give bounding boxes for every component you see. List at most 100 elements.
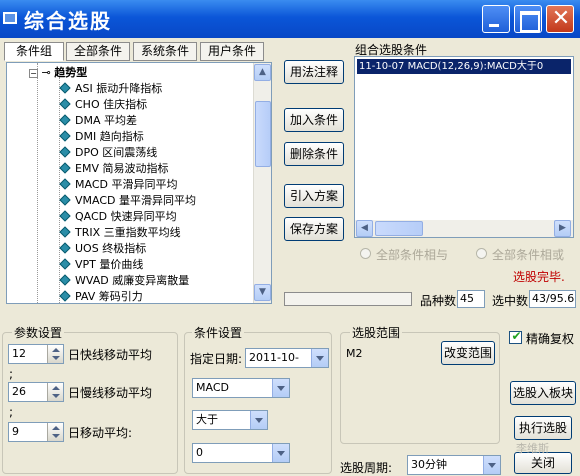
spinner-arrows-icon[interactable] <box>47 345 63 363</box>
tab-user-conditions[interactable]: 用户条件 <box>200 42 264 61</box>
tree-item-label: TRIX 三重指数平均线 <box>75 226 181 239</box>
tree-item[interactable]: UOS 终极指标 <box>59 241 147 257</box>
tree-item[interactable]: VPT 量价曲线 <box>59 257 143 273</box>
spinner-arrows-icon[interactable] <box>47 423 63 441</box>
tree-item[interactable]: PAV 筹码引力 <box>59 289 143 303</box>
range-value: M2 <box>346 347 363 360</box>
watermark: 李维斯 <box>516 442 549 455</box>
combined-condition-item[interactable]: 11-10-07 MACD(12,26,9):MACD大于0 <box>357 59 571 74</box>
tree-item-label: CHO 佳庆指标 <box>75 98 148 111</box>
tree-scroll-thumb[interactable] <box>255 101 271 167</box>
tree-item[interactable]: TRIX 三重指数平均线 <box>59 225 181 241</box>
tree-item-label: WVAD 威廉变异离散量 <box>75 274 190 287</box>
selected-count-field: 43/95.6 <box>529 290 576 308</box>
tree-item-label: VMACD 量平滑异同平均 <box>75 194 196 207</box>
signal-ma-label: 日移动平均: <box>68 426 133 440</box>
signal-ma-value: 9 <box>12 425 19 438</box>
indicator-select[interactable]: MACD <box>192 378 290 398</box>
spinner-arrows-icon[interactable] <box>47 383 63 401</box>
title-bar[interactable]: 综合选股 ✕ <box>0 0 580 38</box>
minimize-button[interactable] <box>482 5 510 33</box>
tree-item-label: DPO 区间震荡线 <box>75 146 158 159</box>
indicator-icon <box>59 162 71 174</box>
slow-ma-spinner[interactable]: 26 <box>8 382 64 402</box>
indicator-icon <box>59 226 71 238</box>
close-window-button[interactable]: ✕ <box>546 5 574 33</box>
combined-hscrollbar[interactable]: ◀ ▶ <box>355 220 573 237</box>
tab-condition-group[interactable]: 条件组 <box>4 42 64 61</box>
precise-restore-checkbox[interactable]: ✔ <box>509 329 522 344</box>
range-group-label: 选股范围 <box>350 324 403 341</box>
value-select[interactable]: 0 <box>192 443 290 463</box>
tree-item[interactable]: DMA 平均差 <box>59 113 137 129</box>
tree-item-label: DMA 平均差 <box>75 114 137 127</box>
scroll-left-icon[interactable]: ◀ <box>356 220 373 237</box>
chevron-down-icon[interactable] <box>483 456 500 474</box>
or-radio-label: 全部条件相或 <box>492 248 565 262</box>
tree-scrollbar[interactable]: ▲ ▼ <box>253 63 271 303</box>
and-radio[interactable] <box>360 248 371 259</box>
indicator-icon <box>59 178 71 190</box>
stock-count-field: 45 <box>457 290 485 308</box>
indicator-icon <box>59 274 71 286</box>
fast-ma-value: 12 <box>12 347 26 360</box>
usage-notes-button[interactable]: 用法注释 <box>284 60 344 84</box>
tree-item-label: MACD 平滑异同平均 <box>75 178 178 191</box>
chevron-down-icon[interactable] <box>272 444 289 462</box>
add-condition-button[interactable]: 加入条件 <box>284 108 344 132</box>
tree-item[interactable]: QACD 快速异同平均 <box>59 209 177 225</box>
maximize-button[interactable] <box>514 5 542 33</box>
tree-item[interactable]: VMACD 量平滑异同平均 <box>59 193 196 209</box>
tree-item[interactable]: EMV 简易波动指标 <box>59 161 169 177</box>
signal-ma-spinner[interactable]: 9 <box>8 422 64 442</box>
combined-hscroll-thumb[interactable] <box>375 221 423 236</box>
collapse-icon[interactable]: − <box>29 69 38 78</box>
tree-item[interactable]: DMI 趋向指标 <box>59 129 144 145</box>
scroll-up-icon[interactable]: ▲ <box>254 64 271 81</box>
run-selection-button[interactable]: 执行选股 <box>514 416 572 440</box>
tree-item-label: UOS 终极指标 <box>75 242 147 255</box>
operator-value: 大于 <box>196 413 218 426</box>
condition-tree[interactable]: − ⊸ 趋势型 ASI 振动升降指标 CHO 佳庆指标 DMA 平均差 DMI 趋向指… <box>6 62 272 304</box>
fast-ma-spinner[interactable]: 12 <box>8 344 64 364</box>
tree-item-label: DMI 趋向指标 <box>75 130 144 143</box>
indicator-icon <box>59 194 71 206</box>
tab-all-conditions[interactable]: 全部条件 <box>66 42 130 61</box>
delete-condition-button[interactable]: 删除条件 <box>284 142 344 166</box>
change-range-button[interactable]: 改变范围 <box>441 341 495 365</box>
indicator-icon <box>59 114 71 126</box>
scroll-down-icon[interactable]: ▼ <box>254 284 271 301</box>
indicator-icon <box>59 290 71 302</box>
tab-system-conditions[interactable]: 系统条件 <box>133 42 197 61</box>
tree-guide-line <box>37 63 38 303</box>
tree-item[interactable]: DPO 区间震荡线 <box>59 145 158 161</box>
fast-ma-label: 日快线移动平均 <box>68 348 153 362</box>
tree-folder-trend[interactable]: − ⊸ 趋势型 <box>29 65 87 81</box>
chevron-down-icon[interactable] <box>250 411 267 429</box>
tree-item[interactable]: CHO 佳庆指标 <box>59 97 148 113</box>
operator-select[interactable]: 大于 <box>192 410 268 430</box>
date-picker[interactable]: 2011-10- <box>245 348 329 368</box>
tree-item[interactable]: MACD 平滑异同平均 <box>59 177 178 193</box>
window-title: 综合选股 <box>24 9 112 33</box>
combined-conditions-list[interactable]: 11-10-07 MACD(12,26,9):MACD大于0 ◀ ▶ <box>354 56 574 238</box>
period-select[interactable]: 30分钟 <box>407 455 501 475</box>
dialog-window: 综合选股 ✕ 条件组 全部条件 系统条件 用户条件 − ⊸ 趋势型 ASI 振动… <box>0 0 580 476</box>
save-scheme-button[interactable]: 保存方案 <box>284 217 344 241</box>
close-icon: ✕ <box>551 6 571 31</box>
tree-item-label: EMV 简易波动指标 <box>75 162 169 175</box>
or-radio[interactable] <box>476 248 487 259</box>
import-scheme-button[interactable]: 引入方案 <box>284 184 344 208</box>
chevron-down-icon[interactable] <box>311 349 328 367</box>
slow-ma-label: 日慢线移动平均 <box>68 386 153 400</box>
chevron-down-icon[interactable] <box>272 379 289 397</box>
stock-count-label: 品种数 <box>420 294 457 308</box>
tree-item[interactable]: ASI 振动升降指标 <box>59 81 162 97</box>
params-group-label: 参数设置 <box>12 324 65 341</box>
add-to-board-button[interactable]: 选股入板块 <box>510 381 576 405</box>
and-radio-label: 全部条件相与 <box>376 248 449 262</box>
tree-item[interactable]: WVAD 威廉变异离散量 <box>59 273 190 289</box>
tree-folder-label: 趋势型 <box>54 66 88 79</box>
scroll-right-icon[interactable]: ▶ <box>554 220 571 237</box>
tree-item-label: PAV 筹码引力 <box>75 290 143 303</box>
